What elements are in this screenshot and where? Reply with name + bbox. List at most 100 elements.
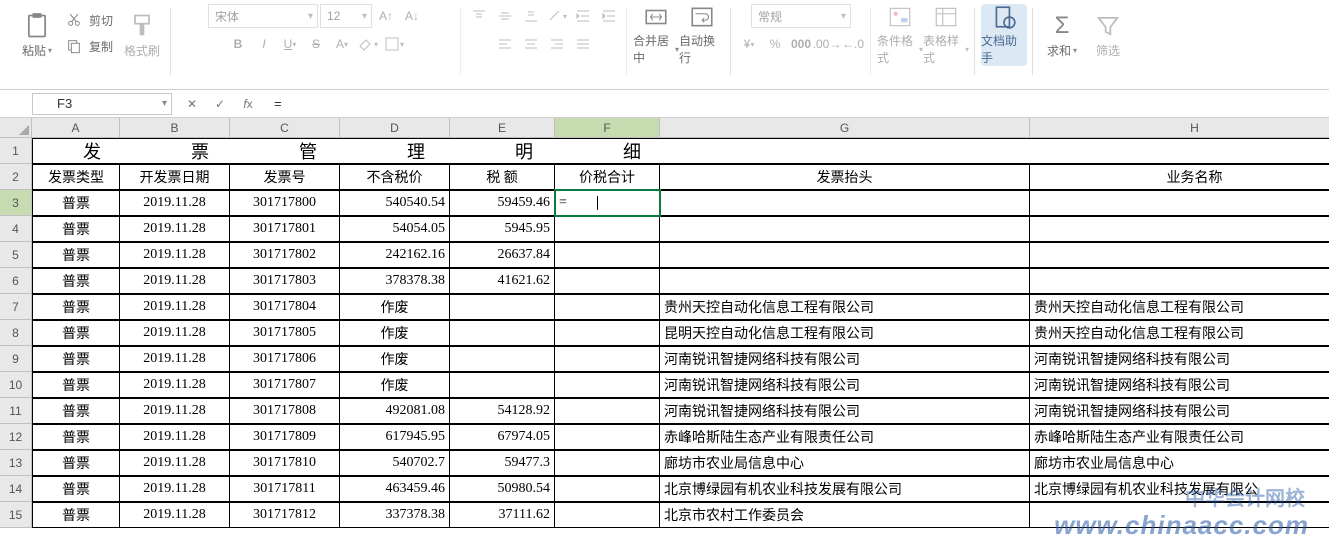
cell[interactable]: 301717806 (230, 346, 340, 372)
cell[interactable]: 不含税价 (340, 164, 450, 190)
cell[interactable]: 河南锐讯智捷网络科技有限公司 (660, 346, 1030, 372)
sum-button[interactable]: Σ 求和▾ (1039, 4, 1085, 66)
cell[interactable]: 59459.46 (450, 190, 555, 216)
cell[interactable] (555, 242, 660, 268)
cell[interactable]: 廊坊市农业局信息中心 (1030, 450, 1329, 476)
cell[interactable] (555, 268, 660, 294)
cell[interactable]: 价税合计 (555, 164, 660, 190)
col-header-E[interactable]: E (450, 118, 555, 138)
cell[interactable]: 普票 (32, 242, 120, 268)
cell[interactable]: 普票 (32, 502, 120, 528)
cell[interactable]: 河南锐讯智捷网络科技有限公司 (1030, 346, 1329, 372)
cell[interactable]: 378378.38 (340, 268, 450, 294)
cell[interactable]: 2019.11.28 (120, 320, 230, 346)
cell[interactable] (555, 476, 660, 502)
underline-button[interactable]: U▾ (278, 32, 302, 56)
cell[interactable]: 301717802 (230, 242, 340, 268)
orientation-button[interactable]: ▾ (545, 4, 569, 28)
align-right-button[interactable] (545, 32, 569, 56)
comma-button[interactable]: 000 (789, 32, 813, 56)
cell[interactable]: 2019.11.28 (120, 216, 230, 242)
cell[interactable]: 北京博绿园有机农业科技发展有限公司 (660, 476, 1030, 502)
cell[interactable]: 普票 (32, 372, 120, 398)
cell[interactable]: 50980.54 (450, 476, 555, 502)
justify-button[interactable] (571, 32, 595, 56)
cell[interactable] (1030, 502, 1329, 528)
bold-button[interactable]: B (226, 32, 250, 56)
cell[interactable]: 作废 (340, 372, 450, 398)
merge-center-button[interactable]: 合并居中▾ (633, 4, 679, 66)
row-header-2[interactable]: 2 (0, 164, 32, 190)
row-header-13[interactable]: 13 (0, 450, 32, 476)
cell[interactable]: 普票 (32, 346, 120, 372)
cell[interactable] (555, 216, 660, 242)
col-header-C[interactable]: C (230, 118, 340, 138)
cell[interactable]: 税 额 (450, 164, 555, 190)
row-header-7[interactable]: 7 (0, 294, 32, 320)
cell[interactable]: 普票 (32, 190, 120, 216)
cell[interactable]: 北京市农村工作委员会 (660, 502, 1030, 528)
font-select[interactable]: 宋体 (208, 4, 318, 28)
cell[interactable]: 337378.38 (340, 502, 450, 528)
cell[interactable]: 301717800 (230, 190, 340, 216)
cell[interactable]: 作废 (340, 294, 450, 320)
cell[interactable]: 贵州天控自动化信息工程有限公司 (1030, 320, 1329, 346)
cell[interactable]: 2019.11.28 (120, 424, 230, 450)
filter-button[interactable]: 筛选 (1085, 4, 1131, 66)
format-painter-button[interactable]: 格式刷 (119, 4, 165, 66)
decrease-font-button[interactable]: A↓ (400, 4, 424, 28)
decrease-decimal-button[interactable]: ←.0 (841, 32, 865, 56)
cell[interactable]: 2019.11.28 (120, 398, 230, 424)
cell[interactable]: 普票 (32, 268, 120, 294)
cell[interactable]: 发票抬头 (660, 164, 1030, 190)
cell[interactable]: 业务名称 (1030, 164, 1329, 190)
cell[interactable] (450, 346, 555, 372)
cell[interactable] (450, 320, 555, 346)
cell[interactable]: 普票 (32, 216, 120, 242)
cell[interactable]: 301717804 (230, 294, 340, 320)
row-header-5[interactable]: 5 (0, 242, 32, 268)
row-header-10[interactable]: 10 (0, 372, 32, 398)
cell[interactable] (1030, 216, 1329, 242)
cell[interactable]: 54128.92 (450, 398, 555, 424)
border-button[interactable]: ▾ (382, 32, 406, 56)
row-header-6[interactable]: 6 (0, 268, 32, 294)
cell[interactable]: 301717808 (230, 398, 340, 424)
cell[interactable] (555, 398, 660, 424)
cell[interactable] (1030, 242, 1329, 268)
cell[interactable] (1030, 268, 1329, 294)
table-style-button[interactable]: 表格样式▾ (923, 4, 969, 66)
italic-button[interactable]: I (252, 32, 276, 56)
doc-helper-button[interactable]: 文档助手 (981, 4, 1027, 66)
cell[interactable] (555, 502, 660, 528)
cell[interactable]: 2019.11.28 (120, 502, 230, 528)
cell[interactable]: 昆明天控自动化信息工程有限公司 (660, 320, 1030, 346)
cell[interactable]: 2019.11.28 (120, 268, 230, 294)
fill-color-button[interactable]: ▾ (356, 32, 380, 56)
cell[interactable]: 普票 (32, 476, 120, 502)
number-format-select[interactable]: 常规 (751, 4, 851, 28)
align-left-button[interactable] (493, 32, 517, 56)
align-middle-button[interactable] (493, 4, 517, 28)
cell[interactable]: 2019.11.28 (120, 372, 230, 398)
cell[interactable]: 河南锐讯智捷网络科技有限公司 (660, 398, 1030, 424)
cell[interactable]: 作废 (340, 346, 450, 372)
cell[interactable]: 开发票日期 (120, 164, 230, 190)
cancel-edit-button[interactable]: ✕ (182, 94, 202, 114)
row-header-3[interactable]: 3 (0, 190, 32, 216)
cell[interactable]: 河南锐讯智捷网络科技有限公司 (1030, 398, 1329, 424)
cell[interactable]: 河南锐讯智捷网络科技有限公司 (1030, 372, 1329, 398)
font-color-button[interactable]: A▾ (330, 32, 354, 56)
col-header-H[interactable]: H (1030, 118, 1329, 138)
cell[interactable]: 41621.62 (450, 268, 555, 294)
cell[interactable]: 67974.05 (450, 424, 555, 450)
cell[interactable] (660, 216, 1030, 242)
cell[interactable]: 242162.16 (340, 242, 450, 268)
cell[interactable]: 463459.46 (340, 476, 450, 502)
cell[interactable]: 301717807 (230, 372, 340, 398)
cell[interactable]: = (555, 190, 660, 216)
cell[interactable] (555, 320, 660, 346)
cell[interactable]: 普票 (32, 320, 120, 346)
cell[interactable]: 301717812 (230, 502, 340, 528)
cell[interactable]: 北京博绿园有机农业科技发展有限公 (1030, 476, 1329, 502)
